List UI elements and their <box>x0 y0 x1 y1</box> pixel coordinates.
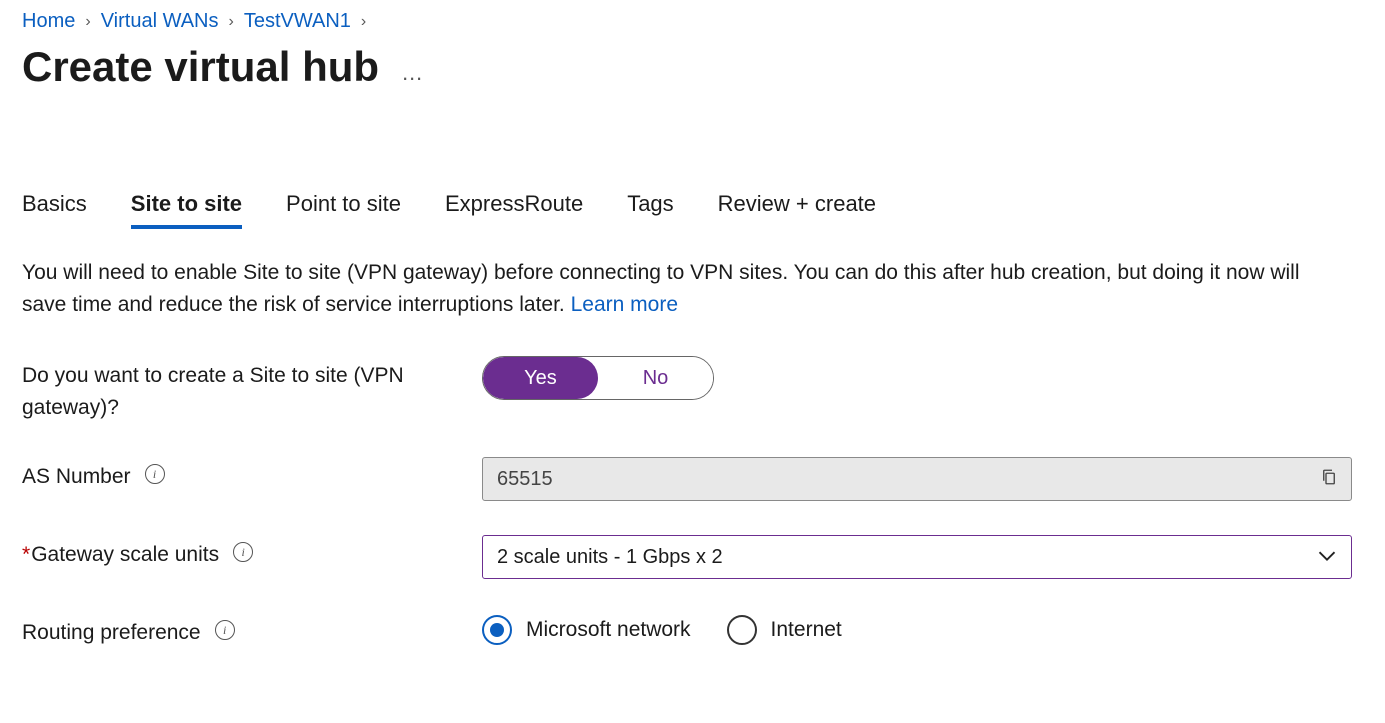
breadcrumb-separator: › <box>225 13 238 31</box>
breadcrumb-testvwan1[interactable]: TestVWAN1 <box>244 10 351 33</box>
tab-site-to-site[interactable]: Site to site <box>131 187 242 229</box>
tab-point-to-site[interactable]: Point to site <box>286 187 401 229</box>
breadcrumb-separator: › <box>81 13 94 31</box>
info-icon[interactable]: i <box>233 542 253 562</box>
tabs: Basics Site to site Point to site Expres… <box>22 187 1363 229</box>
breadcrumb-separator: › <box>357 13 370 31</box>
routing-pref-microsoft-label: Microsoft network <box>526 618 691 642</box>
gateway-scale-label: Gateway scale units <box>31 543 219 566</box>
routing-pref-label: Routing preference <box>22 617 201 649</box>
create-gateway-toggle[interactable]: Yes No <box>482 356 714 400</box>
intro-text: You will need to enable Site to site (VP… <box>22 257 1332 320</box>
routing-pref-internet-label: Internet <box>771 618 842 642</box>
gateway-scale-value: 2 scale units - 1 Gbps x 2 <box>497 546 723 569</box>
info-icon[interactable]: i <box>145 464 165 484</box>
tab-basics[interactable]: Basics <box>22 187 87 229</box>
copy-icon <box>1320 467 1338 492</box>
routing-pref-microsoft[interactable]: Microsoft network <box>482 615 691 645</box>
breadcrumb-home[interactable]: Home <box>22 10 75 33</box>
routing-pref-internet[interactable]: Internet <box>727 615 842 645</box>
more-actions-button[interactable]: … <box>401 48 425 86</box>
required-asterisk: * <box>22 543 30 566</box>
learn-more-link[interactable]: Learn more <box>571 293 678 316</box>
gateway-scale-select[interactable]: 2 scale units - 1 Gbps x 2 <box>482 535 1352 579</box>
page-title: Create virtual hub <box>22 43 379 91</box>
breadcrumb: Home › Virtual WANs › TestVWAN1 › <box>22 10 1363 33</box>
radio-icon <box>727 615 757 645</box>
chevron-down-icon <box>1317 546 1337 569</box>
as-number-label: AS Number <box>22 461 131 493</box>
tab-review-create[interactable]: Review + create <box>718 187 876 229</box>
radio-icon <box>482 615 512 645</box>
tab-expressroute[interactable]: ExpressRoute <box>445 187 583 229</box>
breadcrumb-virtual-wans[interactable]: Virtual WANs <box>101 10 219 33</box>
create-gateway-label: Do you want to create a Site to site (VP… <box>22 356 482 423</box>
as-number-field <box>482 457 1352 501</box>
toggle-yes[interactable]: Yes <box>483 357 598 399</box>
toggle-no[interactable]: No <box>598 357 713 399</box>
tab-tags[interactable]: Tags <box>627 187 673 229</box>
info-icon[interactable]: i <box>215 620 235 640</box>
as-number-input <box>483 458 1307 500</box>
copy-button[interactable] <box>1307 458 1351 500</box>
